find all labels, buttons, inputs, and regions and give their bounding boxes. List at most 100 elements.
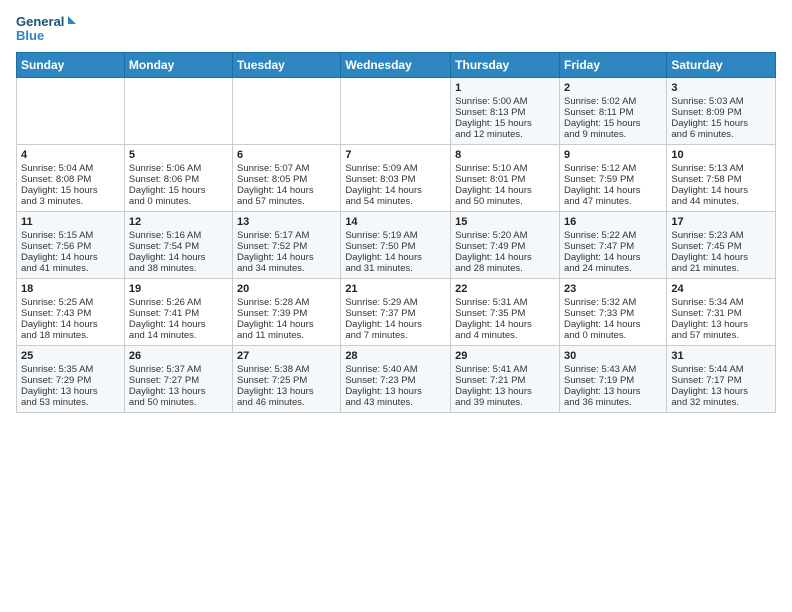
day-info: Daylight: 14 hours <box>455 319 555 330</box>
day-number: 16 <box>564 216 662 228</box>
day-number: 8 <box>455 149 555 161</box>
day-info: Daylight: 14 hours <box>564 252 662 263</box>
calendar-cell <box>124 78 232 145</box>
day-number: 21 <box>345 283 446 295</box>
calendar-cell: 25Sunrise: 5:35 AMSunset: 7:29 PMDayligh… <box>17 346 125 413</box>
day-info: and 9 minutes. <box>564 129 662 140</box>
day-number: 13 <box>237 216 336 228</box>
day-number: 27 <box>237 350 336 362</box>
day-info: Sunset: 7:21 PM <box>455 375 555 386</box>
day-info: Daylight: 14 hours <box>564 319 662 330</box>
day-info: Sunset: 8:08 PM <box>21 174 120 185</box>
day-info: Daylight: 14 hours <box>237 319 336 330</box>
day-info: Daylight: 14 hours <box>237 252 336 263</box>
calendar-cell: 13 Sunrise: 5:17 AMSunset: 7:52 PMDayligh… <box>233 212 341 279</box>
day-number: 31 <box>671 350 771 362</box>
day-info: Sunrise: 5:15 AM <box>21 230 120 241</box>
day-info: and 4 minutes. <box>455 330 555 341</box>
day-number: 20 <box>237 283 336 295</box>
day-info: Daylight: 14 hours <box>455 185 555 196</box>
day-number: 10 <box>671 149 771 161</box>
day-info: Sunset: 7:39 PM <box>237 308 336 319</box>
calendar-cell: 16Sunrise: 5:22 AMSunset: 7:47 PMDayligh… <box>559 212 666 279</box>
day-info: Daylight: 15 hours <box>564 118 662 129</box>
day-info: and 24 minutes. <box>564 263 662 274</box>
calendar-week-2: 4Sunrise: 5:04 AMSunset: 8:08 PMDaylight… <box>17 145 776 212</box>
day-info: Sunrise: 5:00 AM <box>455 96 555 107</box>
day-info: Daylight: 14 hours <box>21 319 120 330</box>
calendar-cell: 8Sunrise: 5:10 AMSunset: 8:01 PMDaylight… <box>451 145 560 212</box>
calendar-cell: 30Sunrise: 5:43 AMSunset: 7:19 PMDayligh… <box>559 346 666 413</box>
day-info: Sunrise: 5:44 AM <box>671 364 771 375</box>
calendar-cell: 6Sunrise: 5:07 AMSunset: 8:05 PMDaylight… <box>233 145 341 212</box>
calendar-cell: 4Sunrise: 5:04 AMSunset: 8:08 PMDaylight… <box>17 145 125 212</box>
calendar-cell <box>341 78 451 145</box>
day-info: Daylight: 14 hours <box>455 252 555 263</box>
day-info: Daylight: 13 hours <box>671 319 771 330</box>
day-info: Sunset: 7:50 PM <box>345 241 446 252</box>
day-info: Sunrise: 5:09 AM <box>345 163 446 174</box>
day-number: 11 <box>21 216 120 228</box>
day-info: and 41 minutes. <box>21 263 120 274</box>
day-info: Sunset: 7:41 PM <box>129 308 228 319</box>
calendar: SundayMondayTuesdayWednesdayThursdayFrid… <box>16 52 776 413</box>
day-info: Sunrise: 5:29 AM <box>345 297 446 308</box>
day-info: Sunset: 7:59 PM <box>564 174 662 185</box>
day-info: Sunset: 7:31 PM <box>671 308 771 319</box>
day-info: Sunset: 7:58 PM <box>671 174 771 185</box>
calendar-cell: 18Sunrise: 5:25 AMSunset: 7:43 PMDayligh… <box>17 279 125 346</box>
calendar-header-row: SundayMondayTuesdayWednesdayThursdayFrid… <box>17 53 776 78</box>
day-info: Daylight: 15 hours <box>671 118 771 129</box>
day-info: Sunrise: 5:41 AM <box>455 364 555 375</box>
calendar-cell <box>17 78 125 145</box>
calendar-cell: 10Sunrise: 5:13 AMSunset: 7:58 PMDayligh… <box>667 145 776 212</box>
day-info: and 0 minutes. <box>129 196 228 207</box>
day-info: Daylight: 14 hours <box>345 185 446 196</box>
day-info: Sunrise: 5:25 AM <box>21 297 120 308</box>
day-info: Sunrise: 5:16 AM <box>129 230 228 241</box>
calendar-header-monday: Monday <box>124 53 232 78</box>
calendar-header-saturday: Saturday <box>667 53 776 78</box>
calendar-cell: 26Sunrise: 5:37 AMSunset: 7:27 PMDayligh… <box>124 346 232 413</box>
day-info: and 50 minutes. <box>455 196 555 207</box>
header: General Blue <box>16 12 776 46</box>
day-info: Sunset: 7:56 PM <box>21 241 120 252</box>
page: General Blue SundayMondayTuesdayWednesda… <box>0 0 792 425</box>
calendar-cell: 21Sunrise: 5:29 AMSunset: 7:37 PMDayligh… <box>341 279 451 346</box>
day-info: Sunset: 7:52 PM <box>237 241 336 252</box>
day-number: 1 <box>455 82 555 94</box>
day-info: Daylight: 13 hours <box>564 386 662 397</box>
day-info: Sunset: 7:27 PM <box>129 375 228 386</box>
calendar-cell: 24Sunrise: 5:34 AMSunset: 7:31 PMDayligh… <box>667 279 776 346</box>
calendar-cell: 12Sunrise: 5:16 AMSunset: 7:54 PMDayligh… <box>124 212 232 279</box>
day-info: and 39 minutes. <box>455 397 555 408</box>
day-info: and 32 minutes. <box>671 397 771 408</box>
day-info: Sunrise: 5:35 AM <box>21 364 120 375</box>
day-info: Daylight: 14 hours <box>129 252 228 263</box>
day-info: and 11 minutes. <box>237 330 336 341</box>
day-info: and 18 minutes. <box>21 330 120 341</box>
day-info: Sunset: 8:06 PM <box>129 174 228 185</box>
day-info: Sunrise: 5:02 AM <box>564 96 662 107</box>
calendar-cell: 28Sunrise: 5:40 AMSunset: 7:23 PMDayligh… <box>341 346 451 413</box>
day-info: Sunrise: 5:26 AM <box>129 297 228 308</box>
day-number: 3 <box>671 82 771 94</box>
day-info: Sunset: 8:01 PM <box>455 174 555 185</box>
day-info: and 38 minutes. <box>129 263 228 274</box>
calendar-header-friday: Friday <box>559 53 666 78</box>
day-info: and 54 minutes. <box>345 196 446 207</box>
day-info: Daylight: 14 hours <box>671 185 771 196</box>
logo-icon: General Blue <box>16 12 76 46</box>
day-info: Sunrise: 5:06 AM <box>129 163 228 174</box>
day-number: 30 <box>564 350 662 362</box>
day-info: and 21 minutes. <box>671 263 771 274</box>
day-info: Sunset: 7:54 PM <box>129 241 228 252</box>
day-info: and 3 minutes. <box>21 196 120 207</box>
day-number: 29 <box>455 350 555 362</box>
day-info: and 53 minutes. <box>21 397 120 408</box>
day-info: Sunset: 7:17 PM <box>671 375 771 386</box>
day-number: 26 <box>129 350 228 362</box>
day-info: Sunrise: 5:07 AM <box>237 163 336 174</box>
day-info: Sunrise: 5:17 AM <box>237 230 336 241</box>
calendar-cell: 17Sunrise: 5:23 AMSunset: 7:45 PMDayligh… <box>667 212 776 279</box>
